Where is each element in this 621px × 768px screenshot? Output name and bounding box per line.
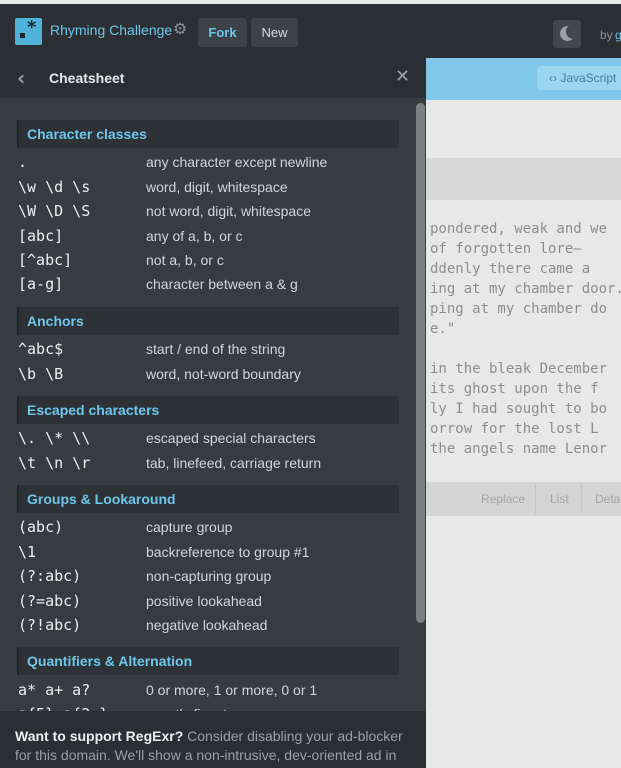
text-line[interactable]: ing at my chamber door. [430,279,621,299]
token-description: positive lookahead [146,593,262,609]
token-description: negative lookahead [146,617,268,633]
tab-details[interactable]: Details [595,492,621,506]
dot-icon [20,33,25,38]
text-line[interactable]: ly I had sought to bo [430,399,621,419]
regex-token[interactable]: \1 [18,543,36,561]
language-badge[interactable]: ‹› JavaScript [537,66,621,90]
text-line[interactable]: ping at my chamber do [430,299,621,319]
pattern-title[interactable]: Rhyming Challenge [50,22,172,38]
cheatsheet-panel: ‹ Cheatsheet ✕ Character classes . any c… [0,58,426,768]
ad-notice-heading: Want to support RegExr? [15,728,184,744]
scrollbar-thumb[interactable] [416,103,425,623]
token-description: tab, linefeed, carriage return [146,455,322,471]
token-description: not a, b, or c [146,252,224,268]
regex-token[interactable]: [a-g] [18,275,63,293]
tab-replace[interactable]: Replace [481,492,525,506]
moon-icon [560,26,575,41]
section-header: Escaped characters [17,396,399,424]
regex-token[interactable]: (?=abc) [18,592,81,610]
gear-icon[interactable]: ⚙ [173,21,187,37]
token-description: character between a & g [146,276,298,292]
regex-token[interactable]: \W \D \S [18,202,90,220]
chevron-left-icon[interactable]: ‹ [17,68,33,88]
close-icon[interactable]: ✕ [395,68,410,86]
token-description: not word, digit, whitespace [146,203,311,219]
regexr-logo[interactable]: * [15,18,42,45]
new-button[interactable]: New [251,18,298,47]
regex-token[interactable]: [abc] [18,227,63,245]
panel-title: Cheatsheet [49,70,125,86]
text-section-header [426,158,621,200]
regex-token[interactable]: (?!abc) [18,616,81,634]
token-description: word, not-word boundary [146,366,301,382]
panel-header: ‹ Cheatsheet ✕ [0,58,426,98]
text-line[interactable]: the angels name Lenor [430,439,621,459]
text-line[interactable]: of forgotten lore— [430,239,621,259]
token-description: any character except newline [146,154,328,170]
regex-token[interactable]: a* a+ a? [18,681,90,699]
text-line[interactable]: pondered, weak and we [430,219,621,239]
text-line[interactable]: in the bleak December [430,359,621,379]
text-line[interactable]: its ghost upon the f [430,379,621,399]
ad-blocker-notice: Want to support RegExr? Consider disabli… [0,711,426,768]
author-link[interactable]: g [615,28,621,42]
regex-token[interactable]: (?:abc) [18,567,81,585]
regex-token[interactable]: ^abc$ [18,340,63,358]
tab-list[interactable]: List [550,492,569,506]
regex-token[interactable]: \. \* \\ [18,429,90,447]
token-description: non-capturing group [146,568,272,584]
text-line[interactable]: e." [430,319,621,339]
tab-divider [535,484,536,514]
section-header: Groups & Lookaround [17,485,399,513]
tab-divider [581,484,582,514]
section-header: Anchors [17,307,399,335]
section-header: Quantifiers & Alternation [17,647,399,675]
theme-toggle-button[interactable] [553,20,581,48]
regex-token[interactable]: . [18,153,27,171]
section-header: Character classes [17,120,399,148]
token-description: any of a, b, or c [146,228,243,244]
asterisk-icon: * [27,17,37,38]
fork-button[interactable]: Fork [198,18,247,47]
token-description: backreference to group #1 [146,544,310,560]
text-line[interactable]: ddenly there came a [430,259,621,279]
token-description: 0 or more, 1 or more, 0 or 1 [146,682,318,698]
author-prefix: by [600,28,613,42]
regex-token[interactable]: [^abc] [18,251,72,269]
regex-token[interactable]: (abc) [18,518,63,536]
token-description: start / end of the string [146,341,286,357]
token-description: capture group [146,519,233,535]
top-bar: * Rhyming Challenge ⚙ Fork New by g [0,0,621,58]
regex-token[interactable]: \t \n \r [18,454,90,472]
text-line[interactable]: orrow for the lost L [430,419,621,439]
token-description: word, digit, whitespace [146,179,288,195]
token-description: escaped special characters [146,430,316,446]
regex-token[interactable]: \w \d \s [18,178,90,196]
regex-token[interactable]: \b \B [18,365,63,383]
